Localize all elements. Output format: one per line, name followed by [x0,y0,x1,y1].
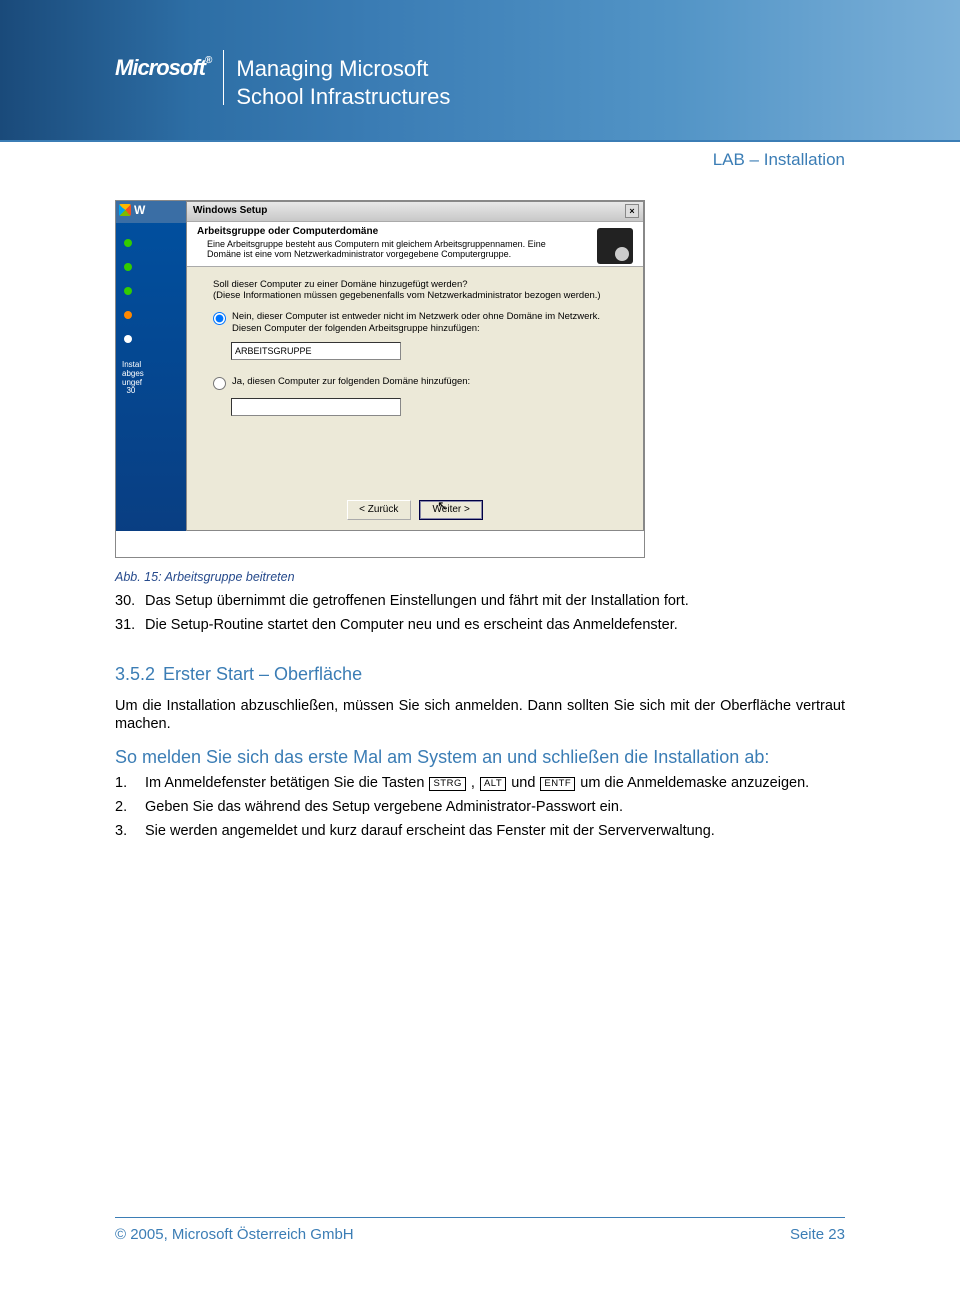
radio-yes-domain[interactable] [213,377,226,390]
close-icon[interactable]: × [625,204,639,218]
dialog-titlebar: Windows Setup × [187,202,643,222]
radio-no-domain-label: Nein, dieser Computer ist entweder nicht… [232,311,600,334]
steps-list-lower: 1. Im Anmeldefenster betätigen Sie die T… [115,774,845,840]
key-strg: STRG [429,777,465,791]
dialog-heading: Arbeitsgruppe oder Computerdomäne [197,226,633,237]
next-button[interactable]: Weiter > [419,500,483,520]
radio-yes-domain-label: Ja, diesen Computer zur folgenden Domäne… [232,376,470,387]
header-rule [0,140,960,142]
radio-no-domain[interactable] [213,312,226,325]
setup-disc-icon [597,228,633,264]
step-text: Sie werden angemeldet und kurz darauf er… [145,822,845,840]
setup-side-panel: W Instal abges ungef 30 [116,201,186,557]
step-dot-icon [124,335,132,343]
section-intro: Um die Installation abzuschließen, müsse… [115,697,845,733]
step-text: Im Anmeldefenster betätigen Sie die Tast… [145,774,845,792]
microsoft-logo: Microsoft® [115,55,211,81]
header-banner: Microsoft® Managing Microsoft School Inf… [0,0,960,140]
step-text: Das Setup übernimmt die getroffenen Eins… [145,592,845,610]
screenshot-bottom-bar [116,531,644,557]
cursor-icon: ↖ [437,498,448,514]
step-number: 30. [115,592,145,610]
domain-input[interactable] [231,398,401,416]
step-number: 1. [115,774,145,792]
footer-copyright: © 2005, Microsoft Österreich GmbH [115,1226,354,1243]
step-dot-icon [124,287,132,295]
step-text: Geben Sie das während des Setup vergeben… [145,798,845,816]
step-dot-icon [124,239,132,247]
side-panel-title: W [134,203,145,217]
key-alt: ALT [480,777,506,791]
steps-list-upper: 30.Das Setup übernimmt die getroffenen E… [115,592,845,634]
side-status-text: Instal abges ungef 30 [122,361,144,396]
step-dot-icon [124,263,132,271]
footer-page-number: Seite 23 [790,1226,845,1243]
key-entf: ENTF [540,777,575,791]
setup-dialog: Windows Setup × Arbeitsgruppe oder Compu… [186,201,644,531]
page-header-right: LAB – Installation [713,150,845,170]
section-lead: So melden Sie sich das erste Mal am Syst… [115,746,845,769]
back-button[interactable]: < Zurück [347,500,411,520]
step-number: 2. [115,798,145,816]
page-footer: © 2005, Microsoft Österreich GmbH Seite … [115,1217,845,1243]
section-heading: 3.5.2Erster Start – Oberfläche [115,664,845,685]
screenshot-figure: W Instal abges ungef 30 Windows Setup × … [115,200,645,558]
figure-caption: Abb. 15: Arbeitsgruppe beitreten [115,570,845,584]
workgroup-input[interactable] [231,342,401,360]
divider [223,50,224,105]
step-number: 31. [115,616,145,634]
step-text: Die Setup-Routine startet den Computer n… [145,616,845,634]
step-number: 3. [115,822,145,840]
dialog-question: Soll dieser Computer zu einer Domäne hin… [213,279,625,302]
banner-title: Managing Microsoft School Infrastructure… [236,55,450,110]
dialog-subheading: Eine Arbeitsgruppe besteht aus Computern… [207,239,547,260]
step-dot-current-icon [124,311,132,319]
windows-flag-icon [119,204,131,216]
